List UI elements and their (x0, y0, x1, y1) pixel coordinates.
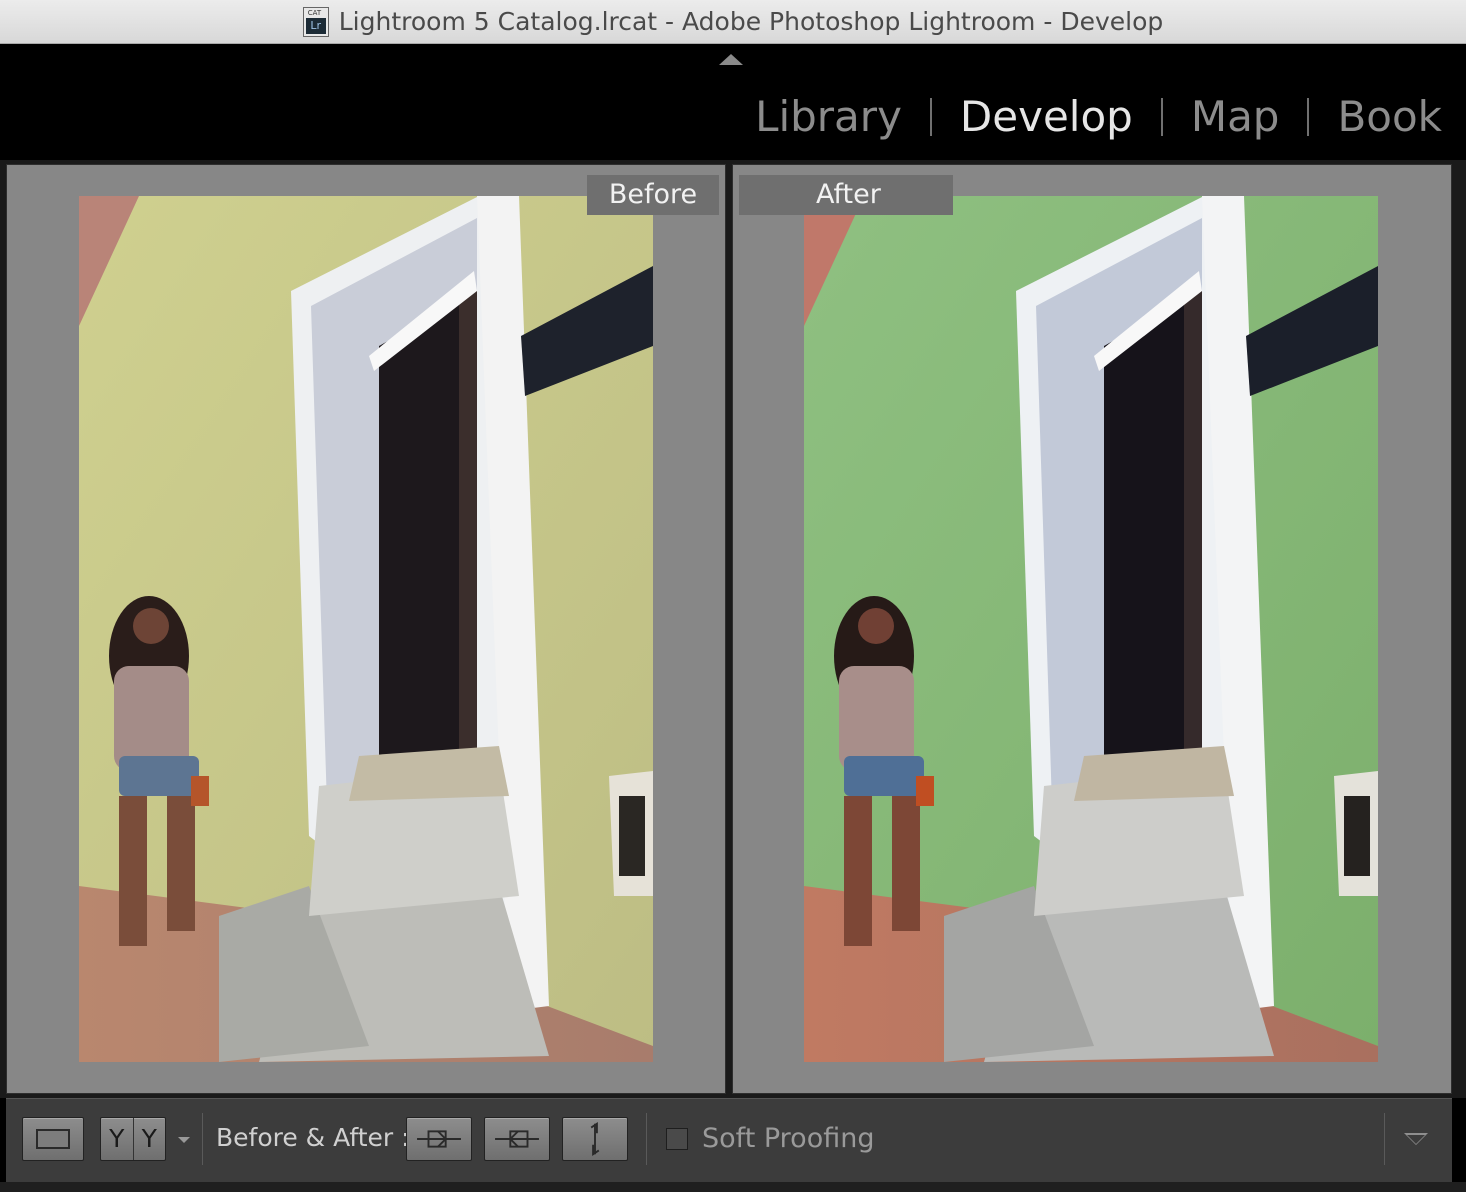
arrow-right-icon (417, 1130, 461, 1148)
arrow-left-icon (495, 1130, 539, 1148)
module-develop[interactable]: Develop (960, 92, 1133, 141)
module-library[interactable]: Library (755, 92, 902, 141)
copy-after-to-before-button[interactable] (484, 1117, 550, 1161)
module-picker: Library Develop Map Book (755, 92, 1442, 141)
file-icon-badge: Lr (305, 17, 326, 34)
loupe-view-button[interactable] (22, 1117, 84, 1161)
view-mode-dropdown-icon[interactable] (178, 1137, 190, 1143)
before-pane: Before (6, 164, 726, 1094)
soft-proofing-label[interactable]: Soft Proofing (702, 1123, 874, 1154)
toolbar-options-chevron-icon[interactable] (1404, 1133, 1428, 1145)
before-after-view-button[interactable]: Y Y (100, 1117, 166, 1161)
swap-arrows-icon (590, 1121, 600, 1157)
before-after-right-glyph: Y (141, 1124, 157, 1153)
module-map[interactable]: Map (1191, 92, 1280, 141)
lrcat-file-icon: CAT Lr (302, 6, 329, 37)
soft-proofing-checkbox[interactable] (666, 1128, 688, 1150)
before-after-left-glyph: Y (101, 1118, 134, 1160)
after-photo[interactable] (804, 196, 1378, 1062)
develop-toolbar: Y Y Before & After : Soft Proofing (6, 1098, 1452, 1182)
window-title: Lightroom 5 Catalog.lrcat - Adobe Photos… (338, 7, 1164, 36)
module-separator (1160, 97, 1163, 136)
loupe-view-icon (36, 1129, 70, 1149)
window-title-bar: CAT Lr Lightroom 5 Catalog.lrcat - Adobe… (0, 0, 1466, 44)
before-photo[interactable] (79, 196, 653, 1062)
after-label: After (739, 175, 953, 215)
before-after-label: Before & After : (216, 1123, 410, 1152)
module-picker-bar: Library Develop Map Book (0, 44, 1466, 160)
copy-before-to-after-button[interactable] (406, 1117, 472, 1161)
swap-before-after-button[interactable] (562, 1117, 628, 1161)
module-separator (929, 97, 932, 136)
after-pane: After (732, 164, 1452, 1094)
file-icon-extension: CAT (307, 8, 322, 17)
module-separator (1307, 97, 1310, 136)
collapse-top-panel-icon[interactable] (719, 54, 743, 65)
toolbar-divider (646, 1113, 647, 1165)
toolbar-divider (1384, 1113, 1385, 1165)
module-book[interactable]: Book (1337, 92, 1442, 141)
bottom-panel-edge (0, 1182, 1466, 1192)
before-label: Before (587, 175, 719, 215)
toolbar-divider (202, 1113, 203, 1165)
before-after-view: Before After (0, 160, 1466, 1098)
